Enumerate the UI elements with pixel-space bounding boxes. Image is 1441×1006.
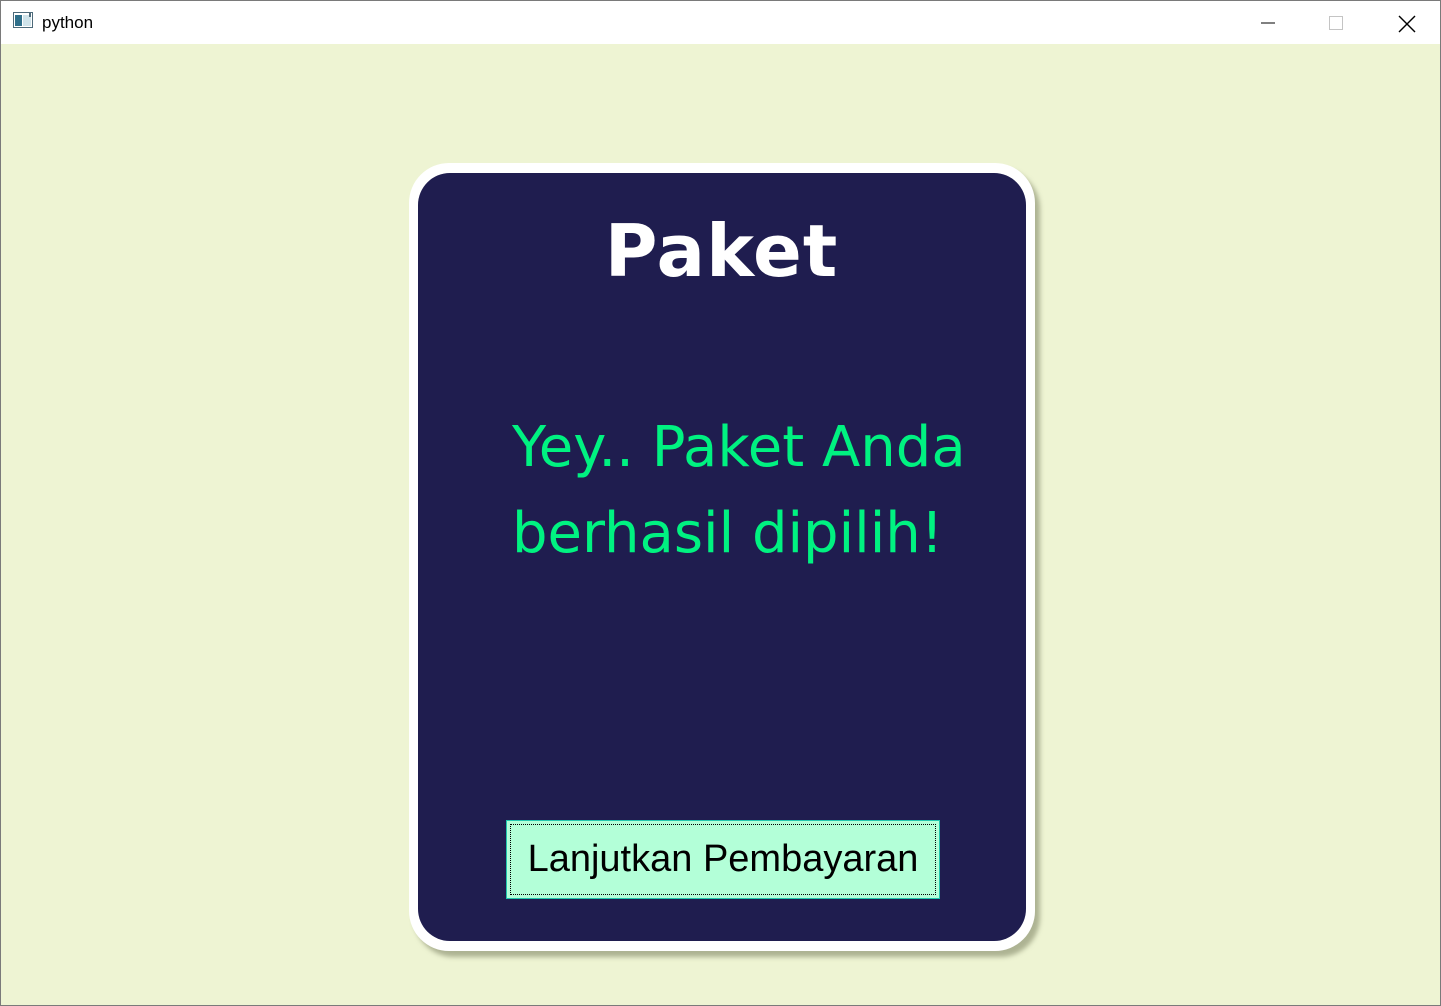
maximize-icon bbox=[1329, 16, 1343, 30]
title-bar[interactable]: python bbox=[1, 1, 1440, 44]
minimize-button[interactable] bbox=[1233, 1, 1303, 44]
minimize-icon bbox=[1261, 22, 1275, 24]
python-app-icon bbox=[13, 12, 33, 28]
app-window: python Paket Yey.. Paket Anda berhasil d… bbox=[0, 0, 1441, 1006]
window-title: python bbox=[42, 13, 94, 32]
success-message: Yey.. Paket Anda berhasil dipilih! bbox=[512, 415, 966, 566]
card-title: Paket bbox=[604, 209, 839, 293]
continue-payment-button[interactable]: Lanjutkan Pembayaran bbox=[506, 820, 940, 899]
close-button[interactable] bbox=[1371, 1, 1441, 44]
maximize-button[interactable] bbox=[1301, 1, 1371, 44]
close-icon bbox=[1398, 15, 1416, 33]
continue-payment-label: Lanjutkan Pembayaran bbox=[510, 824, 936, 895]
